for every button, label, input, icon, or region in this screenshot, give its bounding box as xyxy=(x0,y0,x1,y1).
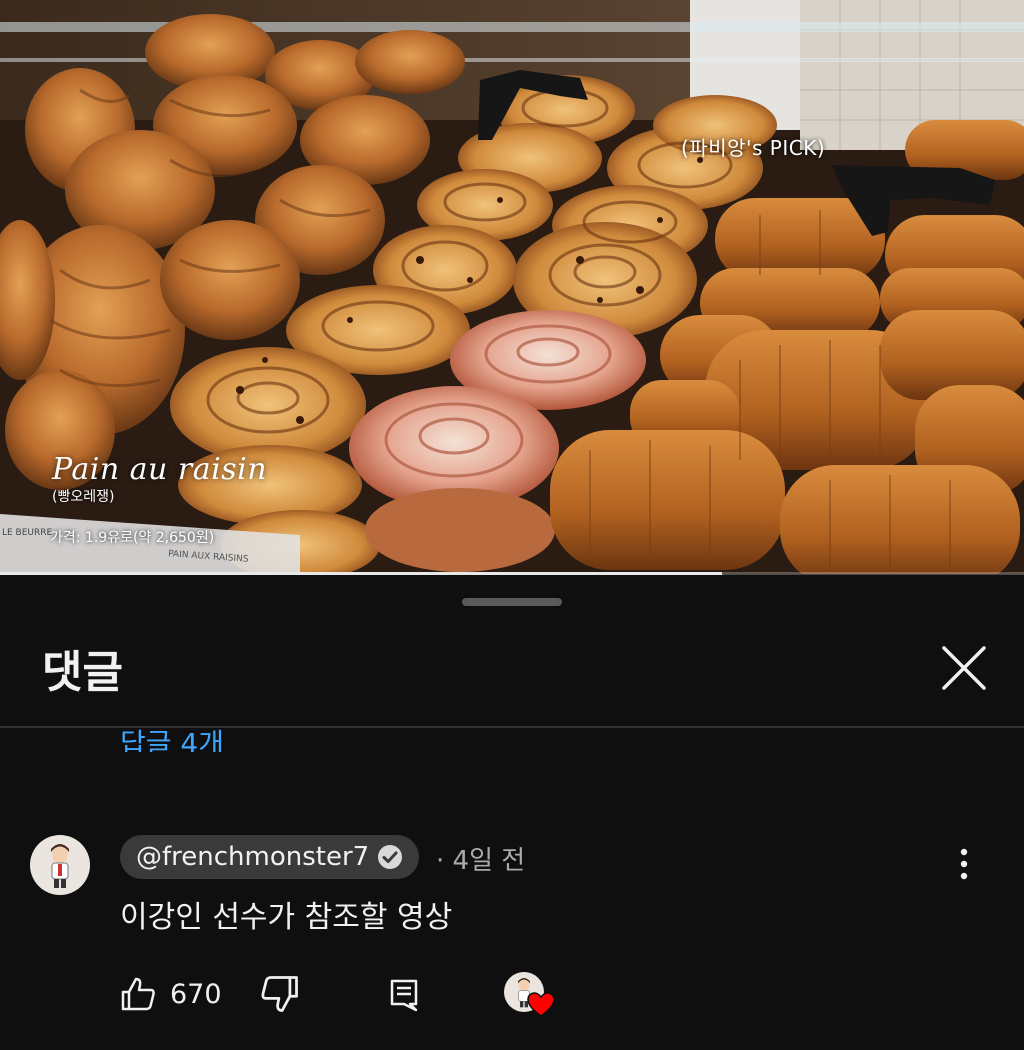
comments-title: 댓글 xyxy=(42,647,123,698)
creator-heart-icon xyxy=(527,992,555,1017)
pastry-display-image xyxy=(0,0,1024,574)
reply-icon xyxy=(390,979,418,1012)
caption-price: 가격: 1.9유로(약 2,650원) xyxy=(50,530,215,546)
caption-korean-name: (빵오레쟁) xyxy=(52,489,115,505)
sheet-drag-handle[interactable] xyxy=(462,598,562,606)
dislike-button[interactable] xyxy=(258,972,302,1016)
replies-link[interactable]: 답글 4개 xyxy=(120,708,224,752)
author-handle-chip[interactable]: @frenchmonster7 xyxy=(120,835,420,879)
avatar[interactable] xyxy=(30,835,90,895)
author-handle: @frenchmonster7 xyxy=(136,842,370,872)
sign-label-left: LE BEURRE xyxy=(2,528,53,538)
video-player[interactable]: LE BEURRE PAIN AUX RAISINS Pain au raisi… xyxy=(0,0,1024,574)
comment-timestamp: · 4일 전 xyxy=(436,846,526,876)
close-button[interactable] xyxy=(936,640,992,696)
video-progress-fill xyxy=(0,572,722,575)
avatar-character-icon xyxy=(51,844,69,888)
header-divider xyxy=(0,726,1024,728)
comment-text: 이강인 선수가 참조할 영상 xyxy=(120,900,453,935)
more-vertical-icon xyxy=(960,848,968,880)
like-button[interactable]: 670 xyxy=(118,972,222,1016)
like-count: 670 xyxy=(170,978,222,1010)
verified-check-icon xyxy=(378,845,403,869)
close-icon xyxy=(942,646,986,690)
reply-button[interactable] xyxy=(384,972,424,1016)
caption-pastry-name: Pain au raisin xyxy=(47,452,274,487)
creator-heart-badge xyxy=(500,970,558,1022)
more-options-button[interactable] xyxy=(944,840,984,888)
thumbs-down-icon xyxy=(261,976,298,1012)
caption-pick: (파비앙's PICK) xyxy=(681,136,826,160)
thumbs-up-icon xyxy=(121,977,155,1011)
